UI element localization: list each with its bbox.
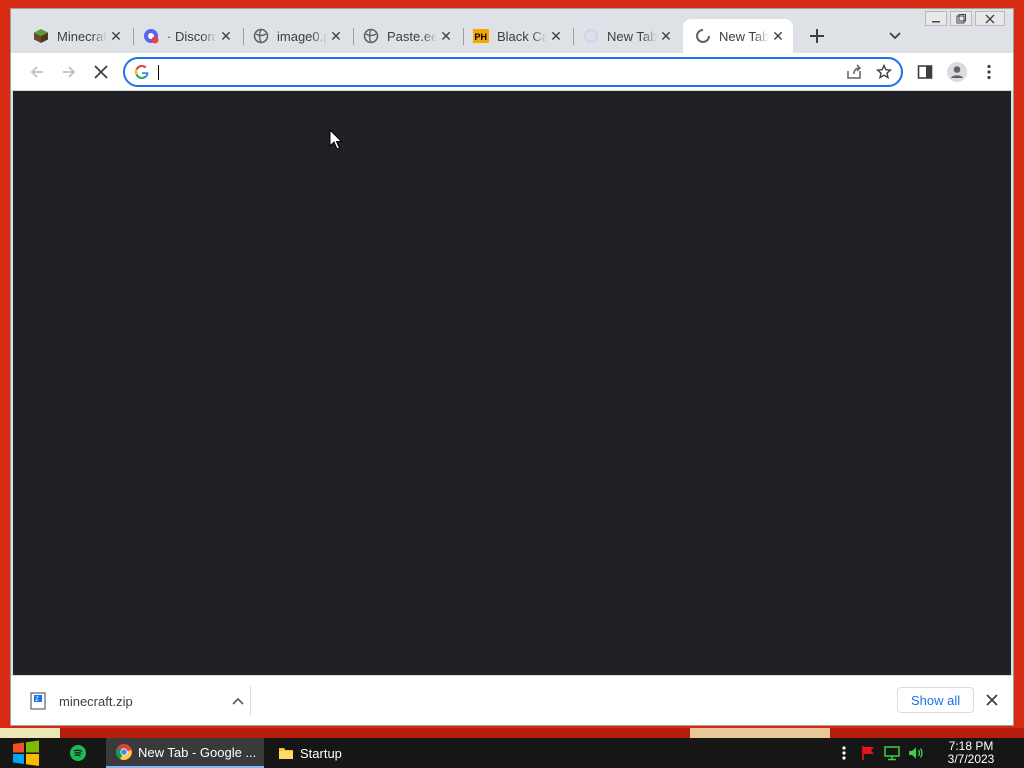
svg-text:Z: Z	[35, 697, 39, 703]
close-icon	[985, 14, 995, 23]
taskbar-app-chrome[interactable]: New Tab - Google ...	[106, 738, 264, 768]
browser-toolbar	[11, 53, 1013, 91]
share-button[interactable]	[841, 60, 867, 84]
discord-notification-icon	[143, 28, 159, 44]
stop-loading-button[interactable]	[89, 60, 113, 84]
action-center-flag-icon[interactable]	[860, 745, 876, 761]
tab-title: Paste.ee	[387, 28, 437, 44]
new-tab-button[interactable]	[805, 24, 829, 48]
avatar-icon	[947, 62, 967, 82]
desktop-wallpaper-strip	[0, 728, 1024, 738]
tab-title: image0.png	[277, 28, 327, 44]
minecraft-block-icon	[33, 28, 49, 44]
side-panel-button[interactable]	[913, 60, 937, 84]
back-button[interactable]	[25, 60, 49, 84]
page-viewport[interactable]	[13, 91, 1011, 675]
network-icon[interactable]	[884, 745, 900, 761]
mouse-pointer-icon	[329, 129, 343, 150]
tab-new-tab-active[interactable]: New Tab ✕	[683, 19, 793, 53]
tab-title: Black Cat	[497, 28, 547, 44]
taskbar-app-startup[interactable]: Startup	[270, 738, 430, 768]
tab-close-icon[interactable]: ✕	[437, 27, 455, 45]
tab-close-icon[interactable]: ✕	[769, 27, 787, 45]
desktop-wallpaper-block	[0, 728, 60, 738]
close-icon	[986, 694, 998, 706]
clock-date: 3/7/2023	[947, 752, 995, 766]
taskbar-app-spotify[interactable]	[68, 738, 94, 768]
chrome-icon	[116, 744, 132, 760]
loading-spinner-icon	[695, 28, 711, 44]
tab-close-icon[interactable]: ✕	[217, 27, 235, 45]
tab-image[interactable]: image0.png ✕	[241, 19, 351, 53]
tray-overflow-icon[interactable]	[836, 745, 852, 761]
chevron-down-icon	[889, 32, 901, 40]
bookmark-button[interactable]	[871, 60, 897, 84]
volume-icon[interactable]	[908, 745, 924, 761]
spotify-icon	[70, 745, 86, 761]
globe-icon	[253, 28, 269, 44]
restore-icon	[956, 13, 966, 23]
download-divider	[250, 686, 251, 716]
download-options-button[interactable]	[227, 690, 249, 712]
minimize-button[interactable]	[925, 11, 947, 26]
tab-search-button[interactable]	[883, 24, 907, 48]
tab-title: · Discord	[167, 28, 217, 44]
kebab-menu-icon	[987, 64, 991, 80]
tab-black-cat[interactable]: PH Black Cat ✕	[461, 19, 571, 53]
show-all-button[interactable]: Show all	[897, 687, 975, 713]
taskbar: New Tab - Google ... Startup 7:18 PM 3/7…	[0, 738, 1024, 768]
tab-close-icon[interactable]: ✕	[327, 27, 345, 45]
tab-minecraft[interactable]: Minecraft ✕	[21, 19, 131, 53]
address-bar[interactable]	[123, 57, 903, 87]
tab-title: New Tab	[607, 28, 657, 44]
chrome-window: Minecraft ✕ · Discord ✕ image0.png ✕	[10, 8, 1014, 726]
minimize-icon	[932, 20, 940, 22]
download-filename: minecraft.zip	[59, 693, 133, 709]
close-icon	[94, 65, 108, 79]
share-icon	[847, 64, 862, 79]
star-icon	[876, 64, 892, 80]
profile-button[interactable]	[945, 60, 969, 84]
taskbar-app-label: New Tab - Google ...	[138, 744, 257, 760]
forward-button[interactable]	[57, 60, 81, 84]
arrow-left-icon	[30, 66, 43, 78]
tab-strip: Minecraft ✕ · Discord ✕ image0.png ✕	[11, 19, 1013, 53]
folder-icon	[278, 745, 294, 761]
taskbar-app-label: Startup	[300, 745, 342, 761]
restore-button[interactable]	[950, 11, 972, 26]
tab-close-icon[interactable]: ✕	[657, 27, 675, 45]
loading-spinner-icon	[583, 28, 599, 44]
text-caret	[158, 65, 159, 80]
download-bar: Z minecraft.zip Show all	[11, 675, 1013, 725]
google-icon	[134, 64, 150, 80]
tab-discord[interactable]: · Discord ✕	[131, 19, 241, 53]
svg-text:PH: PH	[475, 32, 488, 42]
window-controls	[925, 11, 1005, 26]
menu-button[interactable]	[977, 60, 1001, 84]
close-download-bar-button[interactable]	[981, 689, 1003, 711]
system-tray	[836, 738, 924, 768]
zip-file-icon: Z	[29, 692, 47, 710]
start-button[interactable]	[8, 738, 44, 768]
taskbar-clock[interactable]: 7:18 PM 3/7/2023	[936, 740, 1006, 766]
arrow-right-icon	[63, 66, 76, 78]
tab-close-icon[interactable]: ✕	[107, 27, 125, 45]
ph-logo-icon: PH	[473, 28, 489, 44]
tab-title: Minecraft	[57, 28, 107, 44]
tab-new-tab[interactable]: New Tab ✕	[571, 19, 681, 53]
desktop-wallpaper-block	[690, 728, 830, 738]
download-item[interactable]: Z minecraft.zip	[29, 686, 249, 716]
windows-logo-icon	[13, 740, 39, 766]
plus-icon	[810, 29, 824, 43]
chevron-up-icon	[232, 697, 244, 705]
globe-icon	[363, 28, 379, 44]
side-panel-icon	[917, 65, 933, 79]
address-input[interactable]	[158, 61, 841, 83]
close-window-button[interactable]	[975, 11, 1005, 26]
tab-close-icon[interactable]: ✕	[547, 27, 565, 45]
tab-paste[interactable]: Paste.ee ✕	[351, 19, 461, 53]
tab-title: New Tab	[719, 28, 769, 44]
